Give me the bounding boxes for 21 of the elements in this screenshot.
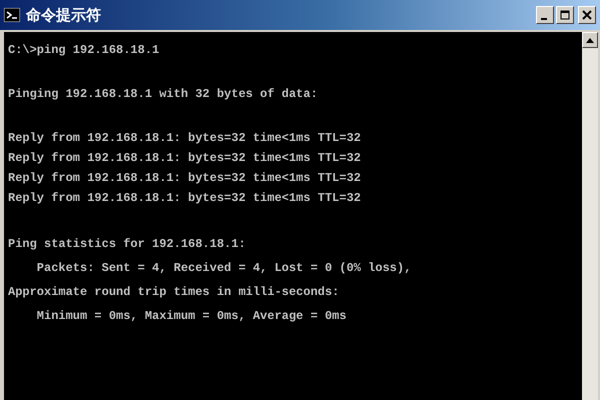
window-title: 命令提示符 [26, 6, 102, 24]
console-line: Reply from 192.168.18.1: bytes=32 time<1ms TTL=32 [8, 150, 362, 167]
minimize-button[interactable] [536, 6, 554, 24]
console-line: C:\>ping 192.168.18.1 [8, 42, 160, 59]
console-line: Packets: Sent = 4, Received = 4, Lost = 0 (0% loss), [36, 260, 412, 277]
up-arrow-icon [586, 38, 594, 42]
console-line: Reply from 192.168.18.1: bytes=32 time<1ms TTL=32 [8, 170, 362, 187]
close-button[interactable] [578, 6, 596, 24]
console-icon [4, 8, 20, 22]
maximize-button[interactable] [556, 6, 574, 24]
console-line: Ping statistics for 192.168.18.1: [8, 236, 247, 253]
scrollbar[interactable] [582, 32, 598, 400]
minimize-icon [541, 18, 547, 20]
close-icon [582, 10, 592, 20]
console-line: Approximate round trip times in milli-seconds: [8, 284, 340, 301]
console-line: Pinging 192.168.18.1 with 32 bytes of data: [8, 86, 319, 103]
console-line: Minimum = 0ms, Maximum = 0ms, Average = 0ms [36, 308, 348, 325]
scroll-up-button[interactable] [582, 32, 598, 48]
console-line: Reply from 192.168.18.1: bytes=32 time<1ms TTL=32 [8, 190, 362, 207]
console-line: Reply from 192.168.18.1: bytes=32 time<1ms TTL=32 [8, 130, 362, 147]
maximize-icon [560, 10, 570, 20]
